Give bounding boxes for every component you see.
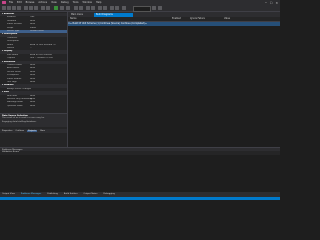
build-icon[interactable] bbox=[74, 6, 78, 10]
validation-errors-header: Validation Errors bbox=[2, 151, 20, 153]
left-tab-properties[interactable]: Properties bbox=[2, 130, 13, 132]
help-icon[interactable] bbox=[152, 6, 156, 10]
description-text: The result of an is read in a user may b… bbox=[2, 117, 45, 119]
menu-item-browse[interactable]: Browse bbox=[26, 1, 35, 4]
copy-icon[interactable] bbox=[29, 6, 33, 10]
redo-icon[interactable] bbox=[46, 6, 50, 10]
menu-item-debug[interactable]: Debug bbox=[61, 1, 69, 4]
minimize-icon[interactable]: ─ bbox=[265, 1, 267, 5]
menu-item-file[interactable]: File bbox=[9, 1, 13, 4]
zoom-out-icon[interactable] bbox=[103, 6, 107, 10]
column-header-enabled[interactable]: Enabled bbox=[172, 17, 181, 21]
undo-icon[interactable] bbox=[41, 6, 45, 10]
menu-item-view[interactable]: View bbox=[51, 1, 57, 4]
menu-item-help[interactable]: Help bbox=[96, 1, 101, 4]
layout-icon[interactable] bbox=[110, 6, 114, 10]
paste-icon[interactable] bbox=[34, 6, 38, 10]
property-name: Optimize Mode bbox=[7, 104, 23, 107]
stop-icon[interactable] bbox=[66, 6, 70, 10]
description-extra: Engaging data/staffing/database. bbox=[2, 121, 37, 123]
deploy-icon[interactable] bbox=[79, 6, 83, 10]
window-controls: ─ ☐ ✕ bbox=[265, 1, 278, 5]
description-box: Data Source Selection The result of an i… bbox=[0, 113, 67, 127]
toolbar bbox=[0, 5, 280, 12]
close-icon[interactable]: ✕ bbox=[275, 1, 278, 5]
cut-icon[interactable] bbox=[24, 6, 28, 10]
settings-icon[interactable] bbox=[122, 6, 126, 10]
editor-area[interactable] bbox=[68, 26, 280, 147]
find-icon[interactable] bbox=[86, 6, 90, 10]
info-icon[interactable] bbox=[158, 6, 162, 10]
app-logo-icon bbox=[2, 0, 6, 5]
left-tab-projects[interactable]: Projects bbox=[27, 130, 38, 132]
run-icon[interactable] bbox=[54, 6, 58, 10]
maximize-icon[interactable]: ☐ bbox=[270, 1, 273, 5]
debug-icon[interactable] bbox=[60, 6, 64, 10]
column-header-ignore-failure[interactable]: Ignore Failure bbox=[190, 17, 205, 21]
menu-item-window[interactable]: Window bbox=[83, 1, 92, 4]
column-header-value[interactable]: Value bbox=[224, 17, 230, 21]
menu-item-edit[interactable]: Edit bbox=[17, 1, 22, 4]
property-row[interactable]: Optimize Mode False bbox=[0, 105, 67, 108]
replace-icon[interactable] bbox=[91, 6, 95, 10]
left-panel-tabs: Properties Outlines Projects Bars bbox=[0, 129, 67, 133]
menu-item-tools[interactable]: Tools bbox=[73, 1, 79, 4]
zoom-in-icon[interactable] bbox=[98, 6, 102, 10]
grid-icon[interactable] bbox=[115, 6, 119, 10]
bottom-panel-body bbox=[0, 155, 280, 191]
new-file-icon[interactable] bbox=[2, 6, 6, 10]
save-all-icon[interactable] bbox=[17, 6, 21, 10]
open-folder-icon[interactable] bbox=[7, 6, 11, 10]
tab-build-diagrams[interactable]: Build Diagrams bbox=[94, 12, 133, 17]
toolbar-search-input[interactable] bbox=[133, 6, 151, 12]
accent-strip bbox=[0, 197, 280, 200]
menu-item-actions[interactable]: Actions bbox=[38, 1, 47, 4]
property-value[interactable]: False bbox=[30, 105, 35, 108]
column-header-name[interactable]: Name bbox=[70, 17, 76, 21]
left-tab-outlines[interactable]: Outlines bbox=[16, 130, 25, 132]
save-icon[interactable] bbox=[12, 6, 16, 10]
document-tab-strip: Main menu Build Diagrams bbox=[68, 12, 280, 17]
properties-panel: ▾ Behavior Enabled True Disabled False Public… bbox=[0, 12, 68, 147]
tab-main-menu[interactable]: Main menu bbox=[69, 13, 97, 17]
left-tab-bars[interactable]: Bars bbox=[40, 130, 45, 132]
